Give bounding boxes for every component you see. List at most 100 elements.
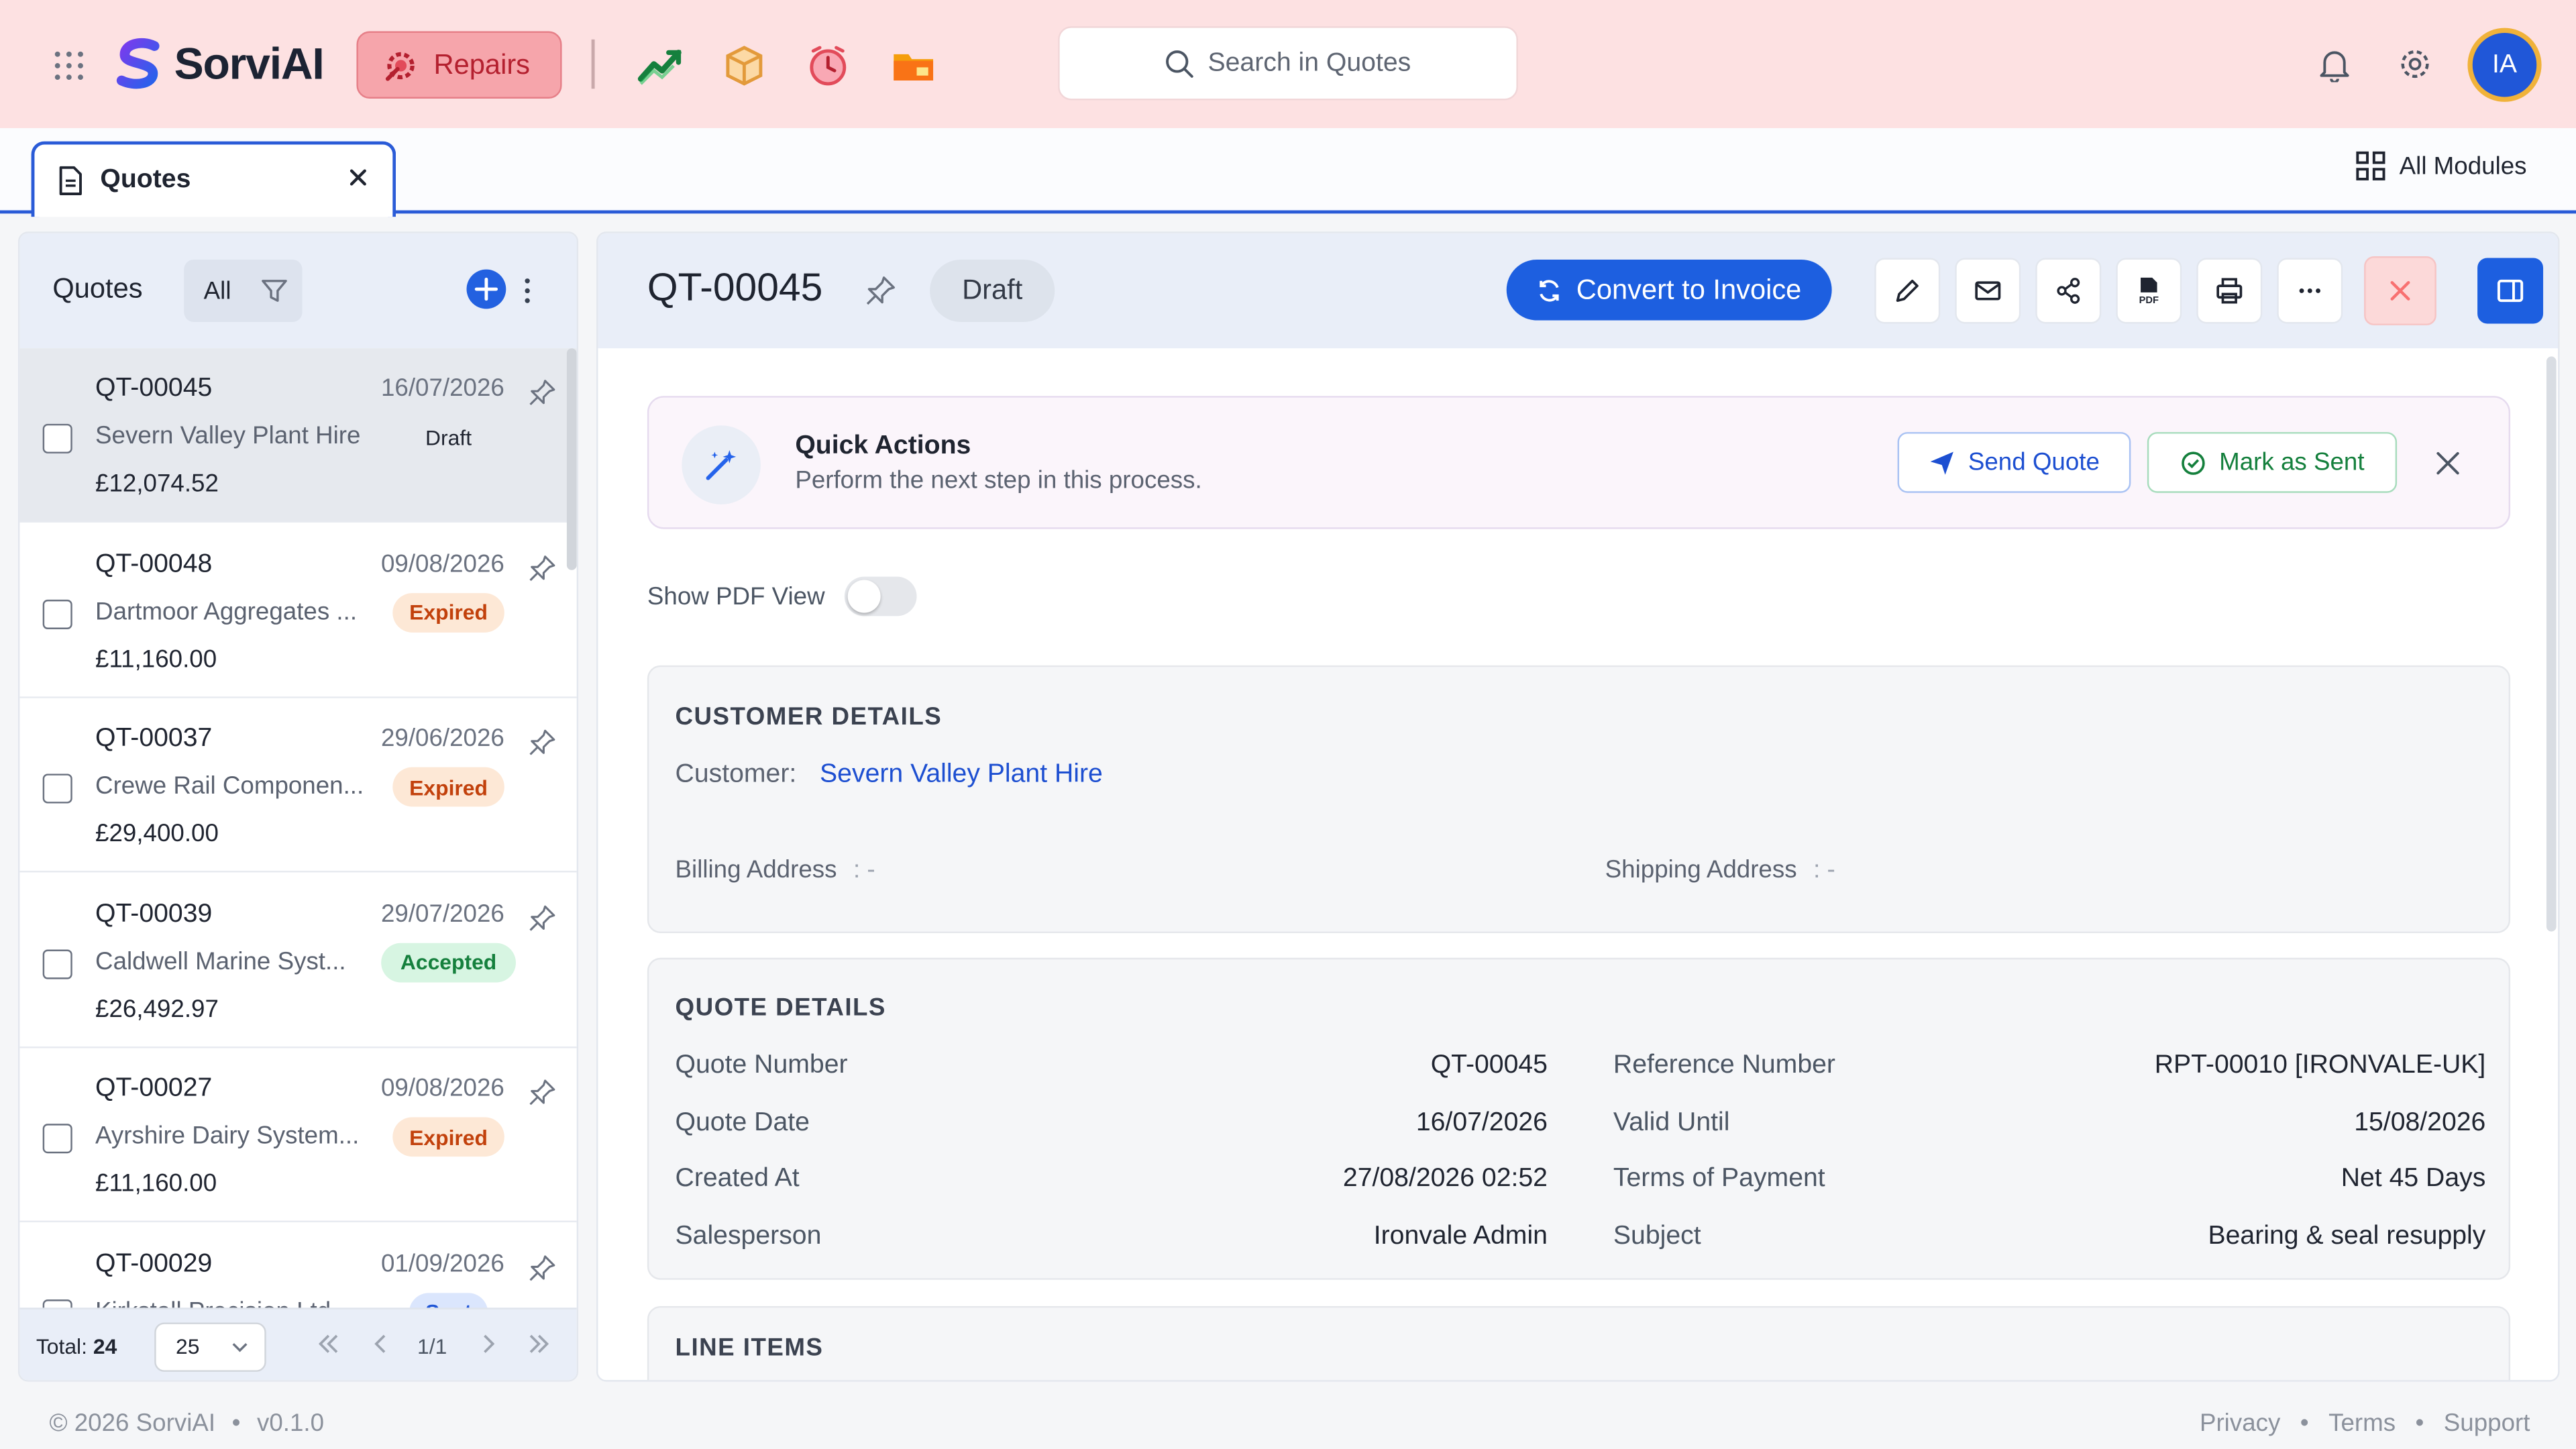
- share-button[interactable]: [2035, 258, 2102, 324]
- detail-row: Quote Number QT-00045: [676, 1051, 1548, 1087]
- list-item[interactable]: QT-00039 29/07/2026 Caldwell Marine Syst..…: [19, 873, 577, 1048]
- footer-link-support[interactable]: Support: [2444, 1409, 2530, 1438]
- customer-name: Caldwell Marine Syst...: [95, 947, 346, 975]
- convert-label: Convert to Invoice: [1576, 273, 1802, 305]
- line-items-card: LINE ITEMS: [647, 1305, 2511, 1381]
- first-page-icon[interactable]: [315, 1331, 341, 1357]
- copyright: © 2026 SorviAI: [49, 1409, 216, 1438]
- customer-name: Ayrshire Dairy System...: [95, 1122, 360, 1150]
- detail-label: Salesperson: [675, 1221, 822, 1250]
- footer-link-terms[interactable]: Terms: [2328, 1409, 2396, 1438]
- pin-icon[interactable]: [527, 378, 557, 407]
- detail-value: 15/08/2026: [2354, 1108, 2486, 1136]
- folder-icon[interactable]: [890, 43, 936, 89]
- add-quote-button[interactable]: [466, 269, 506, 309]
- package-icon[interactable]: [721, 43, 767, 89]
- select-checkbox[interactable]: [42, 949, 72, 979]
- mark-as-sent-button[interactable]: Mark as Sent: [2147, 432, 2398, 493]
- filter-icon[interactable]: [261, 278, 287, 304]
- quote-amount: £11,160.00: [95, 1169, 217, 1198]
- wrench-gear-icon: [385, 51, 415, 80]
- list-scrollbar[interactable]: [566, 348, 577, 570]
- select-checkbox[interactable]: [42, 423, 72, 453]
- trend-chart-icon[interactable]: [637, 43, 684, 89]
- footer-link-privacy[interactable]: Privacy: [2200, 1409, 2280, 1438]
- all-modules-label: All Modules: [2399, 152, 2527, 180]
- send-quote-button[interactable]: Send Quote: [1897, 432, 2131, 493]
- list-item[interactable]: QT-00048 09/08/2026 Dartmoor Aggregates ..…: [19, 523, 577, 698]
- prev-page-icon[interactable]: [368, 1331, 394, 1357]
- pdf-view-toggle[interactable]: [844, 576, 917, 616]
- detail-scrollbar[interactable]: [2546, 356, 2557, 932]
- active-module-button[interactable]: Repairs: [356, 31, 562, 99]
- pin-icon[interactable]: [527, 553, 557, 582]
- bell-icon[interactable]: [2316, 46, 2353, 83]
- list-item[interactable]: QT-00037 29/06/2026 Crewe Rail Componen...…: [19, 698, 577, 873]
- quote-amount: £11,160.00: [95, 645, 217, 673]
- detail-value: RPT-00010 [IRONVALE-UK]: [2154, 1051, 2486, 1079]
- avatar[interactable]: IA: [2467, 28, 2542, 102]
- delete-button[interactable]: [2364, 256, 2436, 325]
- page-footer: © 2026 SorviAI • v0.1.0 Privacy • Terms …: [0, 1400, 2576, 1449]
- detail-label: Created At: [675, 1165, 800, 1193]
- detail-label: Quote Number: [675, 1051, 848, 1079]
- billing-label: Billing Address: [675, 855, 837, 884]
- email-button[interactable]: [1955, 258, 2021, 324]
- list-item[interactable]: QT-00027 09/08/2026 Ayrshire Dairy System.…: [19, 1048, 577, 1223]
- detail-label: Terms of Payment: [1613, 1165, 1825, 1193]
- detail-header: QT-00045 Draft Convert to Invoice PDF: [598, 233, 2559, 349]
- pdf-button[interactable]: PDF: [2116, 258, 2182, 324]
- select-checkbox[interactable]: [42, 1124, 72, 1154]
- pin-icon[interactable]: [527, 1252, 557, 1282]
- tab-quotes[interactable]: Quotes: [31, 141, 396, 217]
- page-indicator: 1/1: [417, 1334, 447, 1359]
- detail-value: 27/08/2026 02:52: [1342, 1165, 1548, 1193]
- gear-icon[interactable]: [2397, 46, 2433, 83]
- alarm-clock-icon[interactable]: [805, 43, 851, 89]
- convert-to-invoice-button[interactable]: Convert to Invoice: [1506, 259, 1832, 321]
- customer-name: Crewe Rail Componen...: [95, 772, 364, 800]
- page-size-select[interactable]: 25: [154, 1322, 266, 1372]
- close-icon[interactable]: [347, 166, 370, 189]
- print-button[interactable]: [2196, 258, 2263, 324]
- filter-segment[interactable]: All: [184, 259, 303, 323]
- all-modules-button[interactable]: All Modules: [2357, 151, 2527, 180]
- select-checkbox[interactable]: [42, 773, 72, 804]
- status-badge: Draft: [930, 259, 1055, 323]
- status-label: Draft: [962, 274, 1023, 306]
- printer-icon: [2216, 278, 2243, 304]
- quote-date: 29/06/2026: [380, 724, 504, 753]
- close-icon[interactable]: [2434, 450, 2461, 476]
- search-input[interactable]: Search in Quotes: [1058, 26, 1518, 101]
- more-actions-button[interactable]: [2277, 258, 2343, 324]
- more-vertical-icon[interactable]: [523, 274, 533, 307]
- next-page-icon[interactable]: [475, 1331, 501, 1357]
- pin-icon[interactable]: [527, 903, 557, 932]
- list-item[interactable]: QT-00045 16/07/2026 Severn Valley Plant Hi…: [19, 348, 577, 523]
- select-checkbox[interactable]: [42, 598, 72, 629]
- status-badge: Expired: [392, 592, 504, 632]
- footer-dot: •: [2415, 1409, 2424, 1438]
- last-page-icon[interactable]: [526, 1331, 552, 1357]
- pin-icon[interactable]: [864, 274, 897, 307]
- customer-details-card: CUSTOMER DETAILS Customer: Severn Valley…: [647, 665, 2511, 934]
- filter-all-label[interactable]: All: [204, 277, 231, 305]
- toggle-sidebar-button[interactable]: [2477, 258, 2544, 324]
- pin-icon[interactable]: [527, 728, 557, 757]
- quotes-list-panel: Quotes All QT-00045 16/07/2026 Severn Vall…: [17, 231, 579, 1382]
- brand-logo[interactable]: SorviAI: [112, 36, 325, 92]
- pin-icon[interactable]: [527, 1078, 557, 1108]
- version: v0.1.0: [256, 1409, 325, 1438]
- app-launcher-icon[interactable]: [52, 49, 85, 82]
- edit-button[interactable]: [1874, 258, 1941, 324]
- toggle-knob: [847, 580, 881, 613]
- page-size-value: 25: [176, 1334, 200, 1359]
- quote-detail-panel: QT-00045 Draft Convert to Invoice PDF Qu…: [596, 231, 2560, 1382]
- quote-id: QT-00039: [95, 899, 213, 928]
- detail-label: Subject: [1613, 1221, 1701, 1250]
- customer-details-heading: CUSTOMER DETAILS: [675, 703, 943, 731]
- customer-link[interactable]: Severn Valley Plant Hire: [820, 761, 1103, 790]
- status-badge: Draft: [425, 425, 472, 449]
- footer-dot: •: [231, 1409, 241, 1438]
- quick-actions-card: Quick Actions Perform the next step in t…: [647, 396, 2511, 529]
